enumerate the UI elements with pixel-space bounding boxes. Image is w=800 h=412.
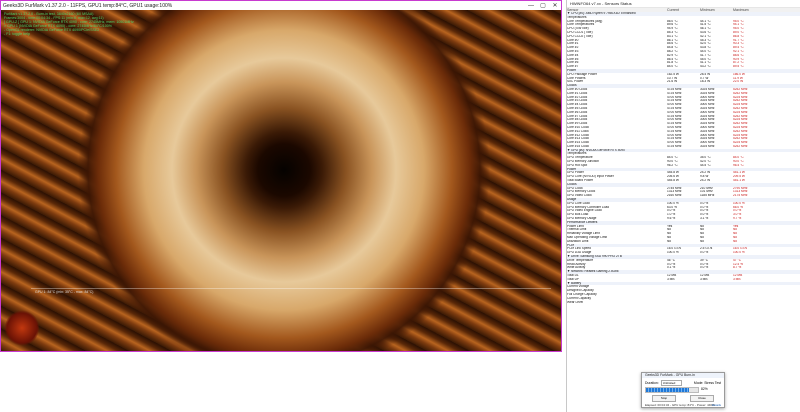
close-button[interactable]: Close: [690, 395, 714, 402]
progress-fill: [646, 388, 689, 392]
furmark-render-canvas[interactable]: FurMark v1.37.2.0 - Burn-in test, 3840x2…: [1, 10, 561, 351]
maximize-icon[interactable]: ▢: [537, 2, 549, 9]
burn-in-dialog: Geeks3D FurMark - GPU Burn-in Duration: …: [641, 372, 725, 408]
progress-percent: 82%: [701, 387, 708, 391]
mode-label: Mode: Stress Test: [693, 380, 721, 385]
gpu-graph-label: GPU 1: 84°C (min: 35°C - max: 84°C): [35, 290, 94, 294]
dialog-options-row: Duration: Unlimited Mode: Stress Test: [645, 379, 721, 386]
close-icon[interactable]: ✕: [549, 2, 561, 9]
duration-select[interactable]: Unlimited: [660, 379, 682, 386]
furmark-window: Geeks3D FurMark v1.37.2.0 - 11FPS, GPU1 …: [0, 0, 562, 352]
sensor-maximum: [733, 301, 766, 305]
hwinfo-titlebar[interactable]: HWiNFO64 v7.xx - Sensors Status: [567, 0, 800, 8]
overlay-line: - F1: toggle help: [4, 32, 30, 36]
dialog-status-text: Elapsed: 00:04:34 - GPU temp: 84°C - Pow…: [645, 403, 715, 407]
hwinfo-sensors-window: HWiNFO64 v7.xx - Sensors Status Sensor C…: [566, 0, 800, 412]
burn-in-progress-bar: [645, 387, 699, 393]
details-link[interactable]: Details: [712, 403, 721, 407]
sensor-row[interactable]: Wear Level: [567, 301, 800, 305]
stop-button[interactable]: Stop: [652, 395, 676, 402]
sensor-minimum: [700, 301, 733, 305]
dialog-title: Geeks3D FurMark - GPU Burn-in: [642, 373, 724, 378]
hwinfo-title: HWiNFO64 v7.xx - Sensors Status: [570, 1, 632, 6]
furmark-title: Geeks3D FurMark v1.37.2.0 - 11FPS, GPU1 …: [3, 2, 173, 9]
sensor-list[interactable]: ▼ CPU [#0]: AMD Ryzen 9 7950X3D: Enhance…: [567, 12, 800, 412]
minimize-icon[interactable]: —: [525, 3, 537, 9]
gpu-temperature-graph: [31, 288, 551, 349]
sensor-name: Wear Level: [567, 300, 584, 304]
duration-label: Duration:: [645, 380, 659, 385]
sensor-current: [667, 301, 700, 305]
